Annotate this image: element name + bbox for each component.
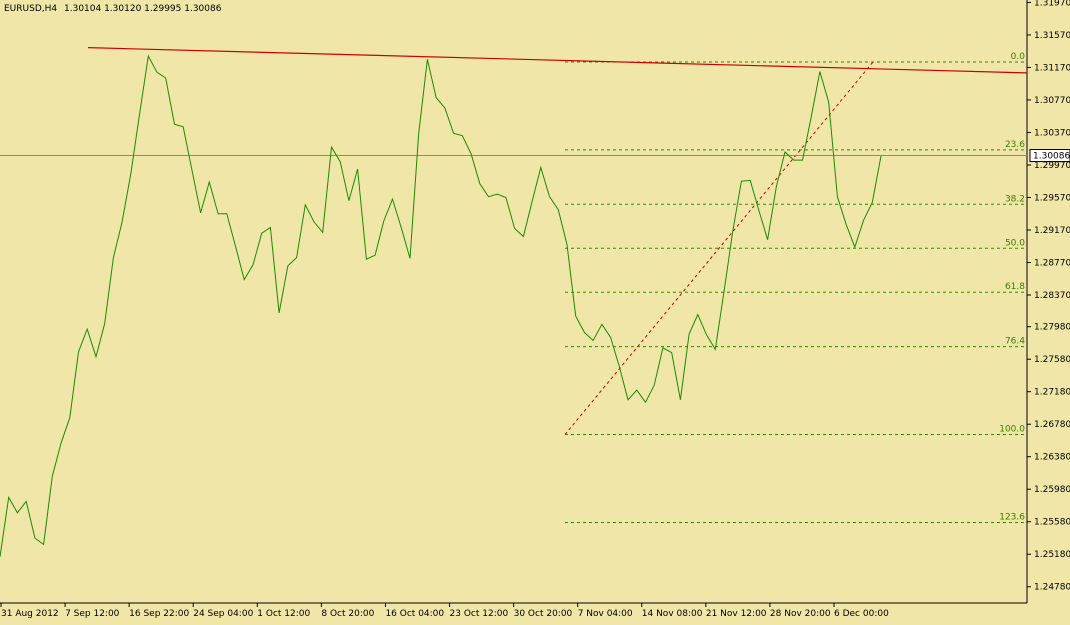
price-chart[interactable]: EURUSD,H4 1.30104 1.30120 1.29995 1.3008… (0, 0, 1070, 625)
y-tick-label: 1.27580 (1034, 355, 1070, 365)
fib-diagonal-line[interactable] (564, 61, 874, 435)
y-tick-label: 1.29170 (1034, 226, 1070, 236)
x-tick-label: 8 Oct 20:00 (321, 609, 374, 619)
x-tick-label: 16 Oct 04:00 (385, 609, 444, 619)
x-tick-label: 28 Nov 20:00 (770, 609, 831, 619)
y-tick-label: 1.28770 (1034, 258, 1070, 268)
x-tick-label: 6 Dec 00:00 (834, 609, 889, 619)
fib-level-label: 0.0 (1011, 52, 1026, 62)
x-tick-label: 21 Nov 12:00 (706, 609, 767, 619)
fib-level-label: 23.6 (1005, 140, 1025, 150)
y-tick-label: 1.31170 (1034, 63, 1070, 73)
y-tick-label: 1.25180 (1034, 550, 1070, 560)
y-tick-label: 1.31570 (1034, 31, 1070, 41)
y-tick-label: 1.24780 (1034, 583, 1070, 593)
fib-level-label: 50.0 (1005, 238, 1025, 248)
y-tick-label: 1.30770 (1034, 96, 1070, 106)
x-tick-label: 1 Oct 12:00 (257, 609, 310, 619)
x-tick-label: 23 Oct 12:00 (450, 609, 509, 619)
fib-level-label: 38.2 (1005, 194, 1025, 204)
x-tick-label: 16 Sep 22:00 (129, 609, 189, 619)
chart-root[interactable]: EURUSD,H4 1.30104 1.30120 1.29995 1.3008… (0, 0, 1070, 625)
x-tick-label: 24 Sep 04:00 (193, 609, 253, 619)
chart-header-ohlc: 1.30104 1.30120 1.29995 1.30086 (64, 4, 222, 14)
x-tick-label: 7 Sep 12:00 (65, 609, 120, 619)
trend-line[interactable] (87, 47, 1028, 74)
x-tick-label: 30 Oct 20:00 (514, 609, 573, 619)
fib-level-label: 100.0 (999, 425, 1025, 435)
x-tick-label: 7 Nov 04:00 (578, 609, 633, 619)
x-tick-label: 14 Nov 08:00 (642, 609, 703, 619)
y-tick-label: 1.27180 (1034, 388, 1070, 398)
y-tick-label: 1.29970 (1034, 161, 1070, 171)
y-tick-label: 1.25980 (1034, 485, 1070, 495)
y-tick-label: 1.28370 (1034, 291, 1070, 301)
chart-header-symbol: EURUSD,H4 (4, 4, 57, 14)
y-tick-label: 1.26380 (1034, 453, 1070, 463)
y-tick-label: 1.25580 (1034, 518, 1070, 528)
price-series-line[interactable] (0, 54, 882, 557)
current-price-label: 1.30086 (1033, 152, 1070, 162)
fib-level-label: 76.4 (1005, 337, 1025, 347)
y-tick-label: 1.26780 (1034, 420, 1070, 430)
x-tick-label: 31 Aug 2012 (1, 609, 59, 619)
y-tick-label: 1.29570 (1034, 193, 1070, 203)
fib-level-label: 61.8 (1005, 282, 1025, 292)
y-tick-label: 1.30370 (1034, 128, 1070, 138)
y-tick-label: 1.31970 (1034, 0, 1070, 8)
fib-level-label: 123.6 (999, 512, 1025, 522)
y-tick-label: 1.27980 (1034, 323, 1070, 333)
